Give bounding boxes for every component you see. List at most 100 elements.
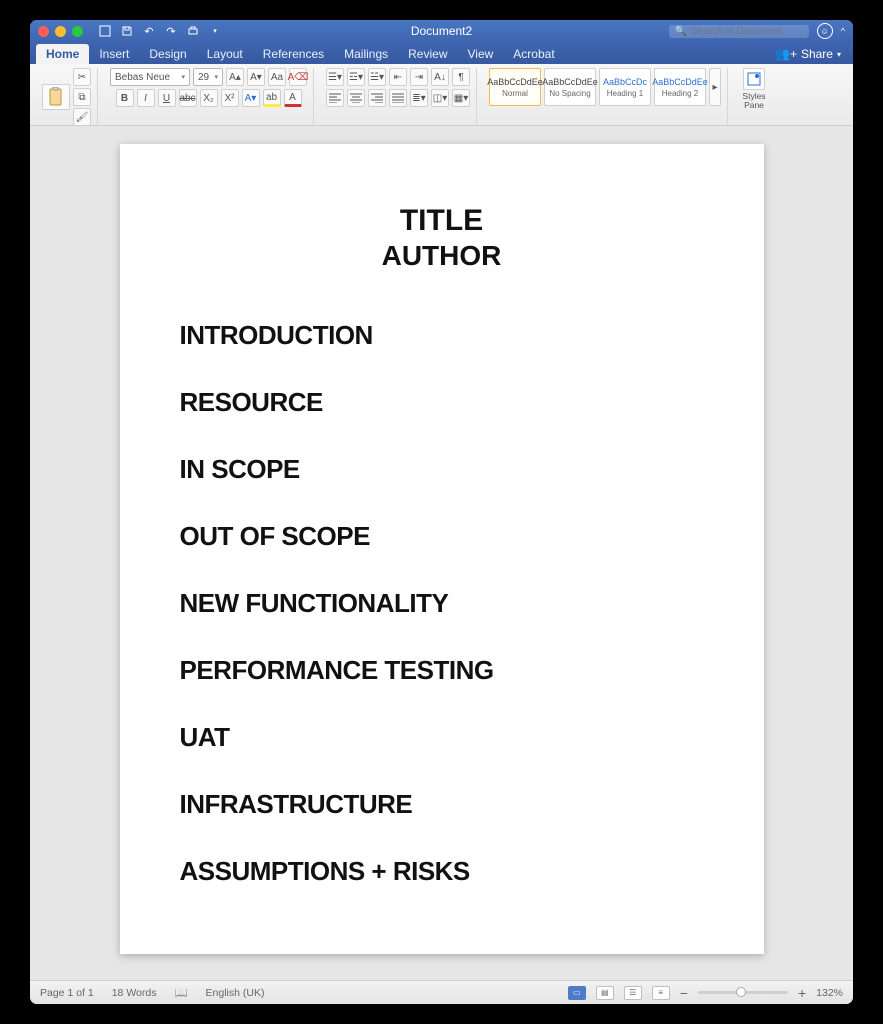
format-painter-icon[interactable]: 🖌 xyxy=(73,108,91,126)
section-heading[interactable]: UAT xyxy=(180,722,704,753)
print-layout-view-icon[interactable]: ▭ xyxy=(568,986,586,1000)
minimize-window-button[interactable] xyxy=(55,26,66,37)
zoom-knob[interactable] xyxy=(736,987,746,997)
tab-home[interactable]: Home xyxy=(36,44,89,64)
qat-redo-icon[interactable]: ↷ xyxy=(163,23,179,39)
tab-references[interactable]: References xyxy=(253,44,334,64)
styles-pane-button[interactable] xyxy=(743,68,765,90)
ribbon: ✂ ⧉ 🖌 Paste Bebas Neue▾ 29▾ A▴ A▾ Aa A⌫ … xyxy=(30,64,853,126)
doc-author[interactable]: AUTHOR xyxy=(180,240,704,272)
clear-format-icon[interactable]: A⌫ xyxy=(289,68,307,86)
change-case-icon[interactable]: Aa xyxy=(268,68,286,86)
zoom-out-button[interactable]: − xyxy=(680,985,688,1001)
chevron-up-icon[interactable]: ^ xyxy=(841,26,845,36)
justify-icon[interactable] xyxy=(389,89,407,107)
tab-insert[interactable]: Insert xyxy=(89,44,139,64)
bullets-icon[interactable]: ☰▾ xyxy=(326,68,344,86)
titlebar: ↶ ↷ ▾ Document2 🔍 ☺ ^ xyxy=(30,20,853,42)
font-size-select[interactable]: 29▾ xyxy=(193,68,223,86)
copy-icon[interactable]: ⧉ xyxy=(73,88,91,106)
underline-button[interactable]: U xyxy=(158,89,176,107)
paste-button[interactable] xyxy=(42,84,70,110)
align-left-icon[interactable] xyxy=(326,89,344,107)
qat-more-icon[interactable]: ▾ xyxy=(207,23,223,39)
tab-review[interactable]: Review xyxy=(398,44,457,64)
strikethrough-button[interactable]: abc xyxy=(179,89,197,107)
language-label[interactable]: English (UK) xyxy=(206,987,265,999)
text-effects-icon[interactable]: A▾ xyxy=(242,89,260,107)
qat-print-icon[interactable] xyxy=(185,23,201,39)
bold-button[interactable]: B xyxy=(116,89,134,107)
app-window: ↶ ↷ ▾ Document2 🔍 ☺ ^ Home Insert Design… xyxy=(30,20,853,1004)
cut-icon[interactable]: ✂ xyxy=(73,68,91,86)
increase-indent-icon[interactable]: ⇥ xyxy=(410,68,428,86)
tab-mailings[interactable]: Mailings xyxy=(334,44,398,64)
font-name-select[interactable]: Bebas Neue▾ xyxy=(110,68,190,86)
web-layout-view-icon[interactable]: ▤ xyxy=(596,986,614,1000)
zoom-in-button[interactable]: + xyxy=(798,985,806,1001)
section-heading[interactable]: OUT OF SCOPE xyxy=(180,521,704,552)
section-heading[interactable]: RESOURCE xyxy=(180,387,704,418)
search-input[interactable] xyxy=(691,26,803,37)
decrease-indent-icon[interactable]: ⇤ xyxy=(389,68,407,86)
styles-pane-label: Styles Pane xyxy=(742,92,765,111)
subscript-button[interactable]: X₂ xyxy=(200,89,218,107)
document-canvas[interactable]: TITLE AUTHOR INTRODUCTION RESOURCE IN SC… xyxy=(30,126,853,980)
styles-group: AaBbCcDdEeNormal AaBbCcDdEeNo Spacing Aa… xyxy=(483,68,728,125)
status-bar: Page 1 of 1 18 Words 📖 English (UK) ▭ ▤ … xyxy=(30,980,853,1004)
line-spacing-icon[interactable]: ≣▾ xyxy=(410,89,428,107)
styles-more-icon[interactable]: ▸ xyxy=(709,68,721,106)
styles-pane-group: Styles Pane xyxy=(734,68,774,125)
word-count[interactable]: 18 Words xyxy=(112,987,157,999)
tab-view[interactable]: View xyxy=(458,44,504,64)
style-no-spacing[interactable]: AaBbCcDdEeNo Spacing xyxy=(544,68,596,106)
highlight-icon[interactable]: ab xyxy=(263,89,281,107)
section-heading[interactable]: ASSUMPTIONS + RISKS xyxy=(180,856,704,887)
section-heading[interactable]: NEW FUNCTIONALITY xyxy=(180,588,704,619)
outline-view-icon[interactable]: ☰ xyxy=(624,986,642,1000)
section-heading[interactable]: IN SCOPE xyxy=(180,454,704,485)
zoom-slider[interactable] xyxy=(698,991,788,994)
grow-font-icon[interactable]: A▴ xyxy=(226,68,244,86)
close-window-button[interactable] xyxy=(38,26,49,37)
style-normal[interactable]: AaBbCcDdEeNormal xyxy=(489,68,541,106)
share-icon: 👥+ xyxy=(775,47,797,61)
qat-undo-area-icon[interactable] xyxy=(97,23,113,39)
italic-button[interactable]: I xyxy=(137,89,155,107)
section-heading[interactable]: INTRODUCTION xyxy=(180,320,704,351)
account-icon[interactable]: ☺ xyxy=(817,23,833,39)
qat-undo-icon[interactable]: ↶ xyxy=(141,23,157,39)
tab-acrobat[interactable]: Acrobat xyxy=(503,44,564,64)
style-heading-2[interactable]: AaBbCcDdEeHeading 2 xyxy=(654,68,706,106)
search-field[interactable]: 🔍 xyxy=(669,25,809,38)
section-heading[interactable]: INFRASTRUCTURE xyxy=(180,789,704,820)
doc-title[interactable]: TITLE xyxy=(180,204,704,238)
numbering-icon[interactable]: ☲▾ xyxy=(347,68,365,86)
zoom-level[interactable]: 132% xyxy=(816,987,843,999)
section-heading[interactable]: PERFORMANCE TESTING xyxy=(180,655,704,686)
fullscreen-window-button[interactable] xyxy=(72,26,83,37)
align-right-icon[interactable] xyxy=(368,89,386,107)
show-marks-icon[interactable]: ¶ xyxy=(452,68,470,86)
clipboard-group: ✂ ⧉ 🖌 Paste xyxy=(36,68,98,125)
superscript-button[interactable]: X² xyxy=(221,89,239,107)
quick-access-toolbar: ↶ ↷ ▾ xyxy=(97,23,223,39)
draft-view-icon[interactable]: ≡ xyxy=(652,986,670,1000)
spellcheck-icon[interactable]: 📖 xyxy=(174,986,187,999)
share-button[interactable]: 👥+Share▾ xyxy=(769,47,847,64)
borders-icon[interactable]: ▦▾ xyxy=(452,89,470,107)
qat-save-icon[interactable] xyxy=(119,23,135,39)
shading-icon[interactable]: ◫▾ xyxy=(431,89,449,107)
tab-design[interactable]: Design xyxy=(139,44,196,64)
style-heading-1[interactable]: AaBbCcDcHeading 1 xyxy=(599,68,651,106)
paragraph-group: ☰▾ ☲▾ ☱▾ ⇤ ⇥ A↓ ¶ ≣▾ ◫▾ ▦▾ xyxy=(320,68,477,125)
font-color-icon[interactable]: A xyxy=(284,89,302,107)
tab-layout[interactable]: Layout xyxy=(197,44,253,64)
shrink-font-icon[interactable]: A▾ xyxy=(247,68,265,86)
align-center-icon[interactable] xyxy=(347,89,365,107)
sort-icon[interactable]: A↓ xyxy=(431,68,449,86)
multilevel-icon[interactable]: ☱▾ xyxy=(368,68,386,86)
page-count[interactable]: Page 1 of 1 xyxy=(40,987,94,999)
document-page[interactable]: TITLE AUTHOR INTRODUCTION RESOURCE IN SC… xyxy=(120,144,764,954)
font-group: Bebas Neue▾ 29▾ A▴ A▾ Aa A⌫ B I U abc X₂… xyxy=(104,68,314,125)
